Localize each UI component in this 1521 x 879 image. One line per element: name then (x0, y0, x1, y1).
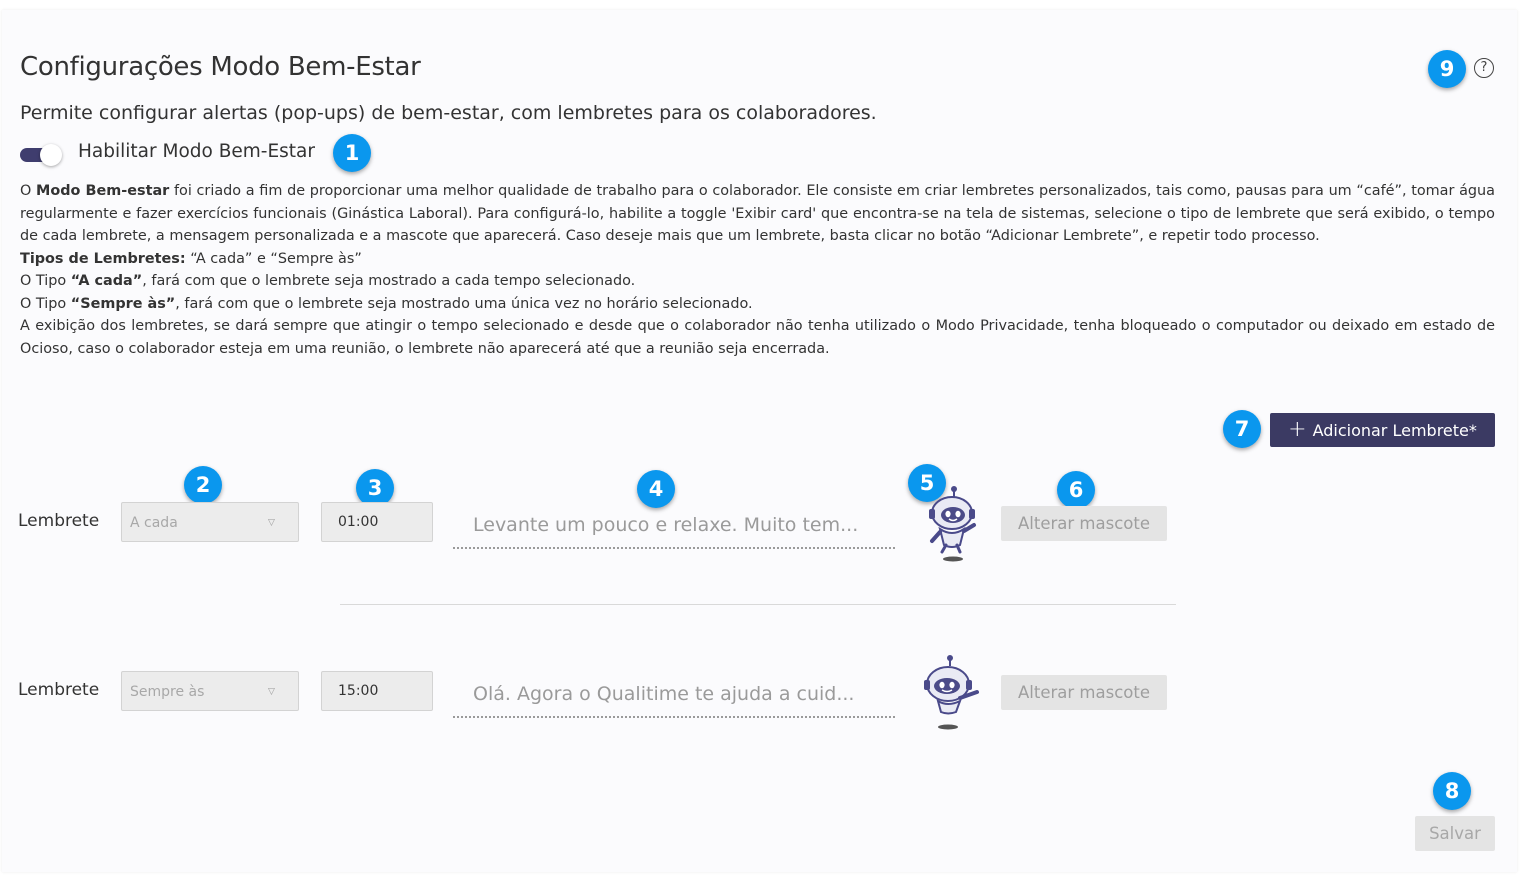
chevron-down-icon: ▽ (268, 518, 275, 528)
reminder-divider (340, 604, 1176, 605)
callout-badge-9: 9 (1428, 50, 1466, 88)
plus-icon: + (1288, 417, 1307, 442)
description-type-sempre-as: O Tipo “Sempre às”, fará com que o lembr… (20, 295, 753, 312)
reminder-type-value: Sempre às (130, 684, 205, 700)
save-button[interactable]: Salvar (1415, 816, 1495, 851)
reminder-type-value: A cada (130, 515, 178, 531)
reminder-message-input[interactable]: Olá. Agora o Qualitime te ajuda a cuid..… (453, 674, 895, 718)
page-title: Configurações Modo Bem-Estar (20, 52, 421, 82)
reminder-type-select[interactable]: A cada ▽ (121, 502, 299, 542)
callout-badge-7: 7 (1223, 410, 1261, 448)
description-intro: O Modo Bem-estar foi criado a fim de pro… (20, 183, 1495, 244)
change-mascot-button[interactable]: Alterar mascote (1001, 506, 1167, 541)
chevron-down-icon: ▽ (268, 687, 275, 697)
toggle-label: Habilitar Modo Bem-Estar (78, 141, 316, 162)
callout-badge-6: 6 (1057, 471, 1095, 509)
callout-badge-4: 4 (637, 470, 675, 508)
page-subtitle: Permite configurar alertas (pop-ups) de … (20, 102, 877, 124)
callout-badge-1: 1 (333, 134, 371, 172)
change-mascot-button[interactable]: Alterar mascote (1001, 675, 1167, 710)
reminder-time-input[interactable]: 15:00 (321, 671, 433, 711)
add-reminder-button[interactable]: + Adicionar Lembrete* (1270, 413, 1495, 447)
description-type-a-cada: O Tipo “A cada”, fará com que o lembrete… (20, 273, 636, 289)
callout-badge-8: 8 (1433, 772, 1471, 810)
enable-toggle[interactable] (20, 144, 64, 166)
add-reminder-label: Adicionar Lembrete* (1312, 420, 1477, 440)
robot-mascot-icon (922, 485, 978, 563)
callout-badge-2: 2 (184, 466, 222, 504)
description-types: Tipos de Lembretes: “A cada” e “Sempre à… (20, 250, 362, 267)
reminder-time-input[interactable]: 01:00 (321, 502, 433, 542)
reminder-type-select[interactable]: Sempre às ▽ (121, 671, 299, 711)
reminder-label: Lembrete (18, 511, 100, 531)
reminder-message-input[interactable]: Levante um pouco e relaxe. Muito tem... (453, 505, 895, 549)
settings-panel: Configurações Modo Bem-Estar ? 9 Permite… (2, 10, 1517, 872)
toggle-knob (40, 144, 62, 166)
robot-mascot-icon (920, 654, 980, 732)
description: O Modo Bem-estar foi criado a fim de pro… (20, 180, 1495, 360)
reminder-label: Lembrete (18, 680, 100, 700)
help-icon[interactable]: ? (1474, 58, 1494, 78)
description-display-rules: A exibição dos lembretes, se dará sempre… (20, 318, 1495, 357)
